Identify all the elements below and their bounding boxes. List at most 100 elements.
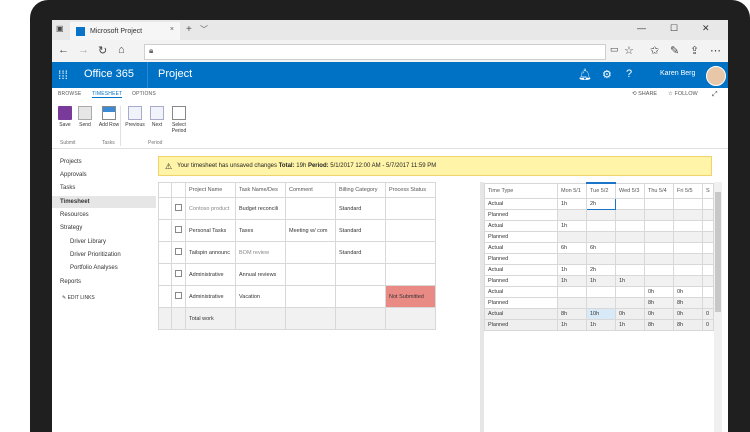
tab-set-aside-icon[interactable]: ▣ [56, 24, 64, 33]
time-cell[interactable] [615, 264, 645, 276]
grid-header-billing[interactable]: Billing Category [335, 182, 386, 198]
favorites-hub-icon[interactable]: ✩ [650, 44, 659, 57]
table-row[interactable]: Personal Tasks Taxes Meeting w/ com Stan… [158, 219, 436, 242]
time-cell[interactable] [615, 220, 645, 232]
time-cell[interactable]: 6h [586, 242, 616, 254]
time-header-type[interactable]: Time Type [484, 182, 558, 199]
browser-tab[interactable]: Microsoft Project × [70, 22, 180, 40]
time-cell[interactable] [644, 264, 674, 276]
cell-task[interactable]: BOM review [235, 241, 286, 264]
time-cell[interactable]: 1h [557, 264, 587, 276]
share-page-icon[interactable]: ⇪ [690, 44, 699, 57]
favorite-star-icon[interactable]: ☆ [624, 44, 634, 57]
pen-icon[interactable]: ✎ [670, 44, 679, 57]
app-launcher-icon[interactable]: ⁞⁞⁞ [58, 68, 68, 82]
time-cell[interactable] [586, 220, 616, 232]
add-row-button[interactable]: Add Row [98, 106, 120, 128]
time-cell[interactable] [615, 286, 645, 298]
cell-task[interactable]: Budget reconcili [235, 197, 286, 220]
nav-resources[interactable]: Resources [60, 212, 89, 218]
time-cell[interactable] [615, 242, 645, 254]
nav-projects[interactable]: Projects [60, 159, 82, 165]
grid-header-project[interactable]: Project Name [185, 182, 236, 198]
time-cell[interactable] [702, 220, 714, 232]
back-icon[interactable]: ← [58, 44, 69, 56]
cell-project[interactable]: Administrative [185, 285, 236, 308]
scrollbar-thumb[interactable] [715, 192, 721, 312]
cell-billing[interactable]: Standard [335, 197, 386, 220]
time-cell[interactable] [702, 286, 714, 298]
cell-billing[interactable] [335, 263, 386, 286]
cell-project[interactable]: Administrative [185, 263, 236, 286]
refresh-icon[interactable]: ↻ [98, 44, 107, 57]
row-checkbox[interactable] [171, 241, 186, 264]
cell-billing[interactable]: Standard [335, 219, 386, 242]
avatar[interactable] [706, 66, 726, 86]
nav-strategy[interactable]: Strategy [60, 225, 82, 231]
time-header-day[interactable]: Fri 5/5 [673, 182, 703, 199]
tab-options[interactable]: OPTIONS [132, 91, 156, 97]
cell-billing[interactable] [335, 285, 386, 308]
time-cell[interactable] [673, 264, 703, 276]
previous-button[interactable]: Previous [124, 106, 146, 128]
new-tab-icon[interactable]: + [186, 24, 192, 35]
time-cell[interactable] [673, 242, 703, 254]
time-cell[interactable] [586, 286, 616, 298]
time-cell[interactable]: 0h [644, 286, 674, 298]
send-button[interactable]: Send [74, 106, 96, 128]
time-cell[interactable]: 6h [557, 242, 587, 254]
home-icon[interactable]: ⌂ [118, 44, 125, 56]
nav-reports[interactable]: Reports [60, 279, 81, 285]
vertical-scrollbar[interactable] [714, 182, 722, 432]
cell-task[interactable]: Annual reviews [235, 263, 286, 286]
follow-button[interactable]: ☆ FOLLOW [668, 91, 698, 97]
cell-project[interactable]: Tailspin announc [185, 241, 236, 264]
row-checkbox[interactable] [171, 219, 186, 242]
time-header-day[interactable]: Wed 5/3 [615, 182, 645, 199]
tab-browse[interactable]: BROWSE [58, 91, 81, 97]
row-checkbox[interactable] [171, 263, 186, 286]
grid-header-status[interactable]: Process Status [385, 182, 436, 198]
help-icon[interactable]: ? [626, 68, 632, 80]
nav-driver-library[interactable]: Driver Library [70, 239, 106, 245]
tab-close-icon[interactable]: × [170, 26, 174, 33]
cell-project[interactable]: Personal Tasks [185, 219, 236, 242]
time-cell[interactable]: 2h [586, 264, 616, 276]
table-row[interactable]: Contoso product Budget reconcili Standar… [158, 197, 436, 220]
time-cell[interactable] [702, 198, 714, 210]
time-header-day[interactable]: Mon 5/1 [557, 182, 587, 199]
cell-task[interactable]: Taxes [235, 219, 286, 242]
row-checkbox[interactable] [171, 285, 186, 308]
suite-title[interactable]: Office 365 [84, 68, 134, 80]
focus-icon[interactable]: ⤢ [712, 91, 718, 99]
window-close-icon[interactable]: ✕ [702, 23, 710, 34]
save-button[interactable]: Save [54, 106, 76, 128]
table-row[interactable]: Tailspin announc BOM review Standard [158, 241, 436, 264]
cell-comment[interactable] [285, 197, 336, 220]
time-cell[interactable] [673, 220, 703, 232]
grid-header-task[interactable]: Task Name/Des [235, 182, 286, 198]
user-name[interactable]: Karen Berg [660, 70, 695, 77]
maximize-icon[interactable]: ☐ [670, 23, 678, 34]
cell-comment[interactable] [285, 285, 336, 308]
time-header-day[interactable]: Thu 5/4 [644, 182, 674, 199]
edit-links-button[interactable]: ✎ EDIT LINKS [62, 295, 95, 301]
cell-comment[interactable]: Meeting w/ com [285, 219, 336, 242]
share-button[interactable]: ⟲ SHARE [632, 91, 657, 97]
minimize-icon[interactable]: — [637, 23, 646, 33]
nav-approvals[interactable]: Approvals [60, 172, 87, 178]
cell-comment[interactable] [285, 241, 336, 264]
select-period-button[interactable]: Select Period [168, 106, 190, 134]
grid-header-comment[interactable]: Comment [285, 182, 336, 198]
time-cell[interactable] [702, 264, 714, 276]
time-cell[interactable] [644, 198, 674, 210]
time-cell[interactable] [615, 198, 645, 210]
table-row[interactable]: Administrative Vacation Not Submitted [158, 285, 436, 308]
app-title[interactable]: Project [158, 68, 192, 80]
time-header-day[interactable]: S [702, 182, 714, 199]
time-cell[interactable]: 1h [557, 198, 587, 210]
notification-bell-icon[interactable]: 🔔︎ [578, 68, 592, 81]
next-button[interactable]: Next [146, 106, 168, 128]
nav-timesheet[interactable]: Timesheet [52, 196, 156, 208]
nav-tasks[interactable]: Tasks [60, 185, 75, 191]
